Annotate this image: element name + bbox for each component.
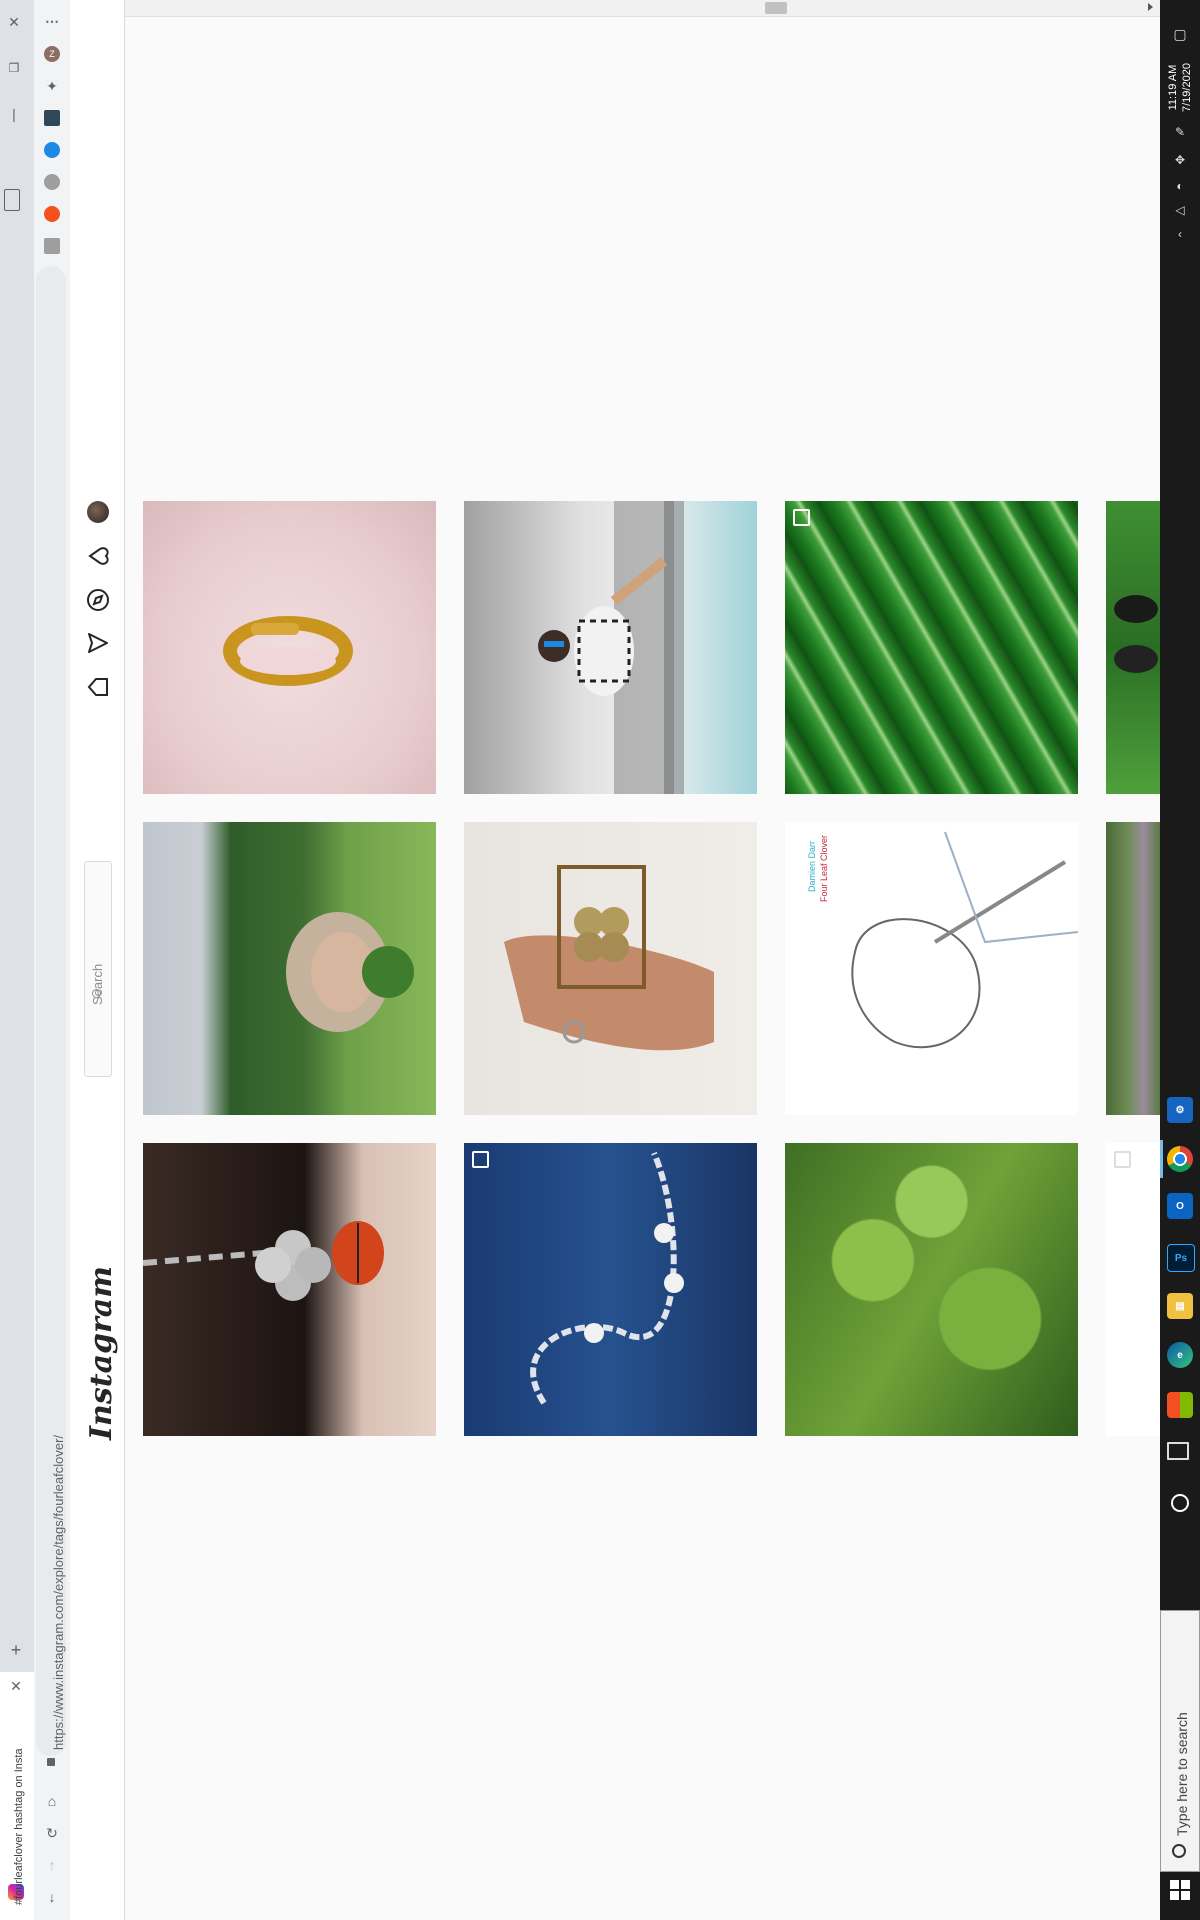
artwork-caption-1: Damien Darr bbox=[807, 840, 817, 892]
post-hooded-person[interactable] bbox=[143, 822, 436, 1115]
multi-post-icon bbox=[1114, 1151, 1131, 1168]
window-restore-icon[interactable]: ❐ bbox=[3, 57, 25, 79]
show-hidden-icons-chevron-icon[interactable]: ‹ bbox=[1170, 224, 1190, 244]
settings-app-icon[interactable]: ⚙ bbox=[1167, 1097, 1193, 1123]
volume-icon[interactable]: ◁ bbox=[1170, 200, 1190, 220]
edge-app-icon[interactable]: e bbox=[1167, 1342, 1193, 1368]
home-icon[interactable]: ⌂ bbox=[41, 1790, 63, 1812]
file-explorer-app-icon[interactable]: ▤ bbox=[1167, 1293, 1193, 1319]
taskbar-search-icon bbox=[1172, 1844, 1186, 1858]
multi-post-icon bbox=[793, 509, 810, 526]
post-feet-in-grass[interactable] bbox=[1106, 501, 1160, 794]
forward-icon[interactable]: ↑ bbox=[41, 1854, 63, 1876]
browser-tab-strip bbox=[0, 0, 34, 1920]
reload-icon[interactable]: ↻ bbox=[41, 1822, 63, 1844]
extension-blue-icon[interactable] bbox=[44, 142, 60, 158]
tab-close-icon[interactable]: ✕ bbox=[5, 1675, 27, 1697]
window-minimize-icon[interactable]: | bbox=[3, 103, 25, 125]
post-clover-plants[interactable] bbox=[785, 1143, 1078, 1436]
artwork-caption-2: Four Leaf Clover bbox=[819, 834, 829, 902]
tab-search-icon[interactable] bbox=[4, 189, 20, 211]
window-close-icon[interactable]: ✕ bbox=[3, 11, 25, 33]
direct-message-icon[interactable] bbox=[85, 630, 111, 656]
post-clover-frame[interactable] bbox=[464, 822, 757, 1115]
new-tab-icon[interactable]: + bbox=[5, 1639, 27, 1661]
back-icon[interactable]: ↓ bbox=[41, 1886, 63, 1908]
taskbar-search-placeholder: Type here to search bbox=[1174, 1712, 1190, 1836]
post-white-image[interactable] bbox=[1106, 1143, 1160, 1436]
explore-compass-icon[interactable] bbox=[85, 587, 111, 613]
post-silver-bracelet[interactable] bbox=[464, 1143, 757, 1436]
post-gold-ring[interactable] bbox=[143, 501, 436, 794]
task-view-icon[interactable] bbox=[1167, 1442, 1189, 1460]
url-text[interactable]: https://www.instagram.com/explore/tags/f… bbox=[51, 1390, 66, 1750]
photoshop-app-icon[interactable]: Ps bbox=[1167, 1244, 1195, 1272]
pen-icon[interactable]: ✎ bbox=[1170, 122, 1190, 142]
horizontal-scrollbar[interactable] bbox=[70, 0, 1160, 17]
post-man-on-steps[interactable] bbox=[464, 501, 757, 794]
action-center-icon[interactable]: ▢ bbox=[1170, 24, 1190, 44]
cortana-icon[interactable] bbox=[1171, 1494, 1189, 1512]
scrollbar-thumb[interactable] bbox=[765, 2, 787, 14]
tab-title: #fourleafclover hashtag on Insta bbox=[13, 1748, 25, 1905]
extension-orange-icon[interactable] bbox=[44, 206, 60, 222]
outlook-app-icon[interactable]: O bbox=[1167, 1193, 1193, 1219]
profile-avatar-icon[interactable]: Z bbox=[44, 46, 60, 62]
date-text: 7/19/2020 bbox=[1181, 63, 1193, 112]
post-clover-pattern[interactable] bbox=[785, 501, 1078, 794]
extension-chart-icon[interactable] bbox=[44, 110, 60, 126]
post-ladybug-charm[interactable] bbox=[143, 1143, 436, 1436]
activity-heart-icon[interactable] bbox=[85, 543, 111, 569]
profile-avatar[interactable] bbox=[87, 501, 109, 523]
scroll-right-arrow-icon[interactable] bbox=[1148, 3, 1153, 11]
active-app-indicator bbox=[1160, 1140, 1163, 1178]
post-guitarist-drawing[interactable]: Damien Darr Four Leaf Clover bbox=[785, 822, 1078, 1115]
taskbar-clock[interactable]: 11:19 AM 7/19/2020 bbox=[1166, 63, 1194, 112]
instagram-logo[interactable]: Instagram bbox=[84, 1266, 119, 1440]
network-icon[interactable]: ◐ bbox=[1170, 176, 1190, 196]
extension-grey-icon[interactable] bbox=[44, 174, 60, 190]
menu-dots-icon[interactable]: ⋯ bbox=[41, 10, 63, 32]
chrome-app-icon[interactable] bbox=[1167, 1146, 1193, 1172]
multi-post-icon bbox=[472, 1151, 489, 1168]
extension-g-icon[interactable] bbox=[44, 238, 60, 254]
search-placeholder: Search bbox=[90, 963, 105, 1005]
post-leaves-closeup[interactable] bbox=[1106, 822, 1160, 1115]
windows-start-icon[interactable] bbox=[1170, 1880, 1190, 1900]
extensions-puzzle-icon[interactable]: ✦ bbox=[44, 78, 60, 94]
dropbox-icon[interactable]: ✥ bbox=[1170, 150, 1190, 170]
home-nav-icon[interactable] bbox=[85, 674, 111, 700]
store-app-icon[interactable] bbox=[1167, 1392, 1193, 1418]
time-text: 11:19 AM bbox=[1167, 64, 1179, 111]
lock-icon bbox=[47, 1758, 55, 1766]
